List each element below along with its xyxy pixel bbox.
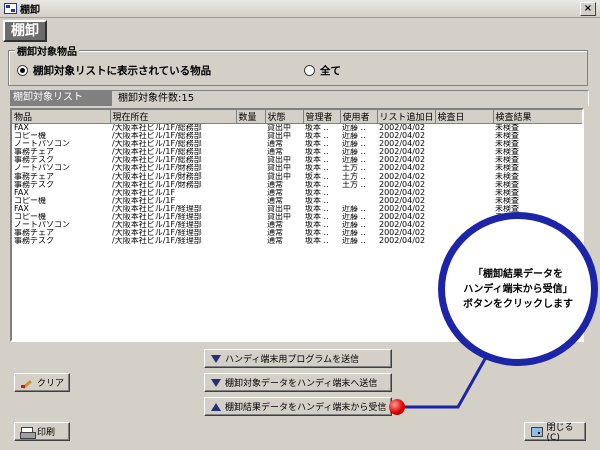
callout-line: 「棚卸結果データを	[473, 268, 563, 280]
callout-line: ボタンをクリックします	[463, 298, 573, 310]
callout-line: ハンディ端末から受信」	[463, 283, 573, 295]
instruction-callout: 「棚卸結果データを ハンディ端末から受信」 ボタンをクリックします	[438, 212, 598, 366]
click-marker-dot	[389, 399, 405, 415]
